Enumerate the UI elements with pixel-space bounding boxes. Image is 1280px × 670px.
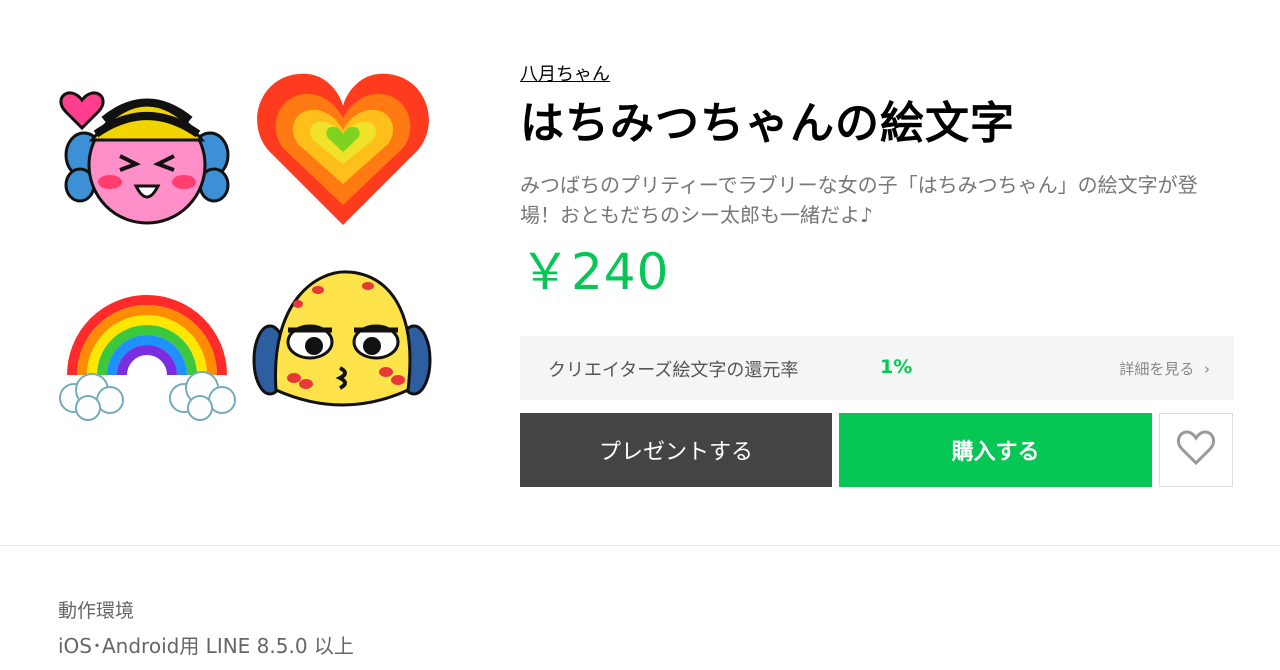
detail-link-label: 詳細を見る [1119,360,1195,378]
chevron-right-icon: › [1199,360,1210,378]
yellow-face-kiss-icon [248,260,438,430]
buy-button-label: 購入する [951,440,1040,465]
divider [0,545,1280,546]
buy-button[interactable]: 購入する [839,413,1152,487]
sticker-description: みつばちのプリティーでラブリーな女の子「はちみつちゃん」の絵文字が登場！おともだ… [520,173,1198,227]
sticker-info: 八月ちゃん はちみつちゃんの絵文字 みつばちのプリティーでラブリーな女の子「はち… [520,62,1236,304]
rainbow-icon [52,260,242,430]
emoji-preview-grid [52,60,442,421]
heart-outline-icon [1176,430,1216,470]
present-button-label: プレゼントする [598,440,753,465]
rainbow-heart-icon [248,60,438,230]
return-rate-value: 1% [880,356,913,378]
author-link[interactable]: 八月ちゃん [520,62,610,88]
price: ￥240 [520,243,670,301]
page-title: はちみつちゃんの絵文字 [520,98,1015,149]
return-rate-label: クリエイターズ絵文字の還元率 [548,360,799,381]
present-button[interactable]: プレゼントする [520,413,832,487]
environment-value: iOS･Android用 LINE 8.5.0 以上 [58,634,354,658]
detail-link[interactable]: 詳細を見る › [1119,358,1210,379]
favorite-button[interactable] [1159,413,1233,487]
return-rate-bar: クリエイターズ絵文字の還元率 1% 詳細を見る › [520,336,1234,400]
bee-girl-face-icon [52,60,242,230]
environment-label: 動作環境 [58,600,135,622]
